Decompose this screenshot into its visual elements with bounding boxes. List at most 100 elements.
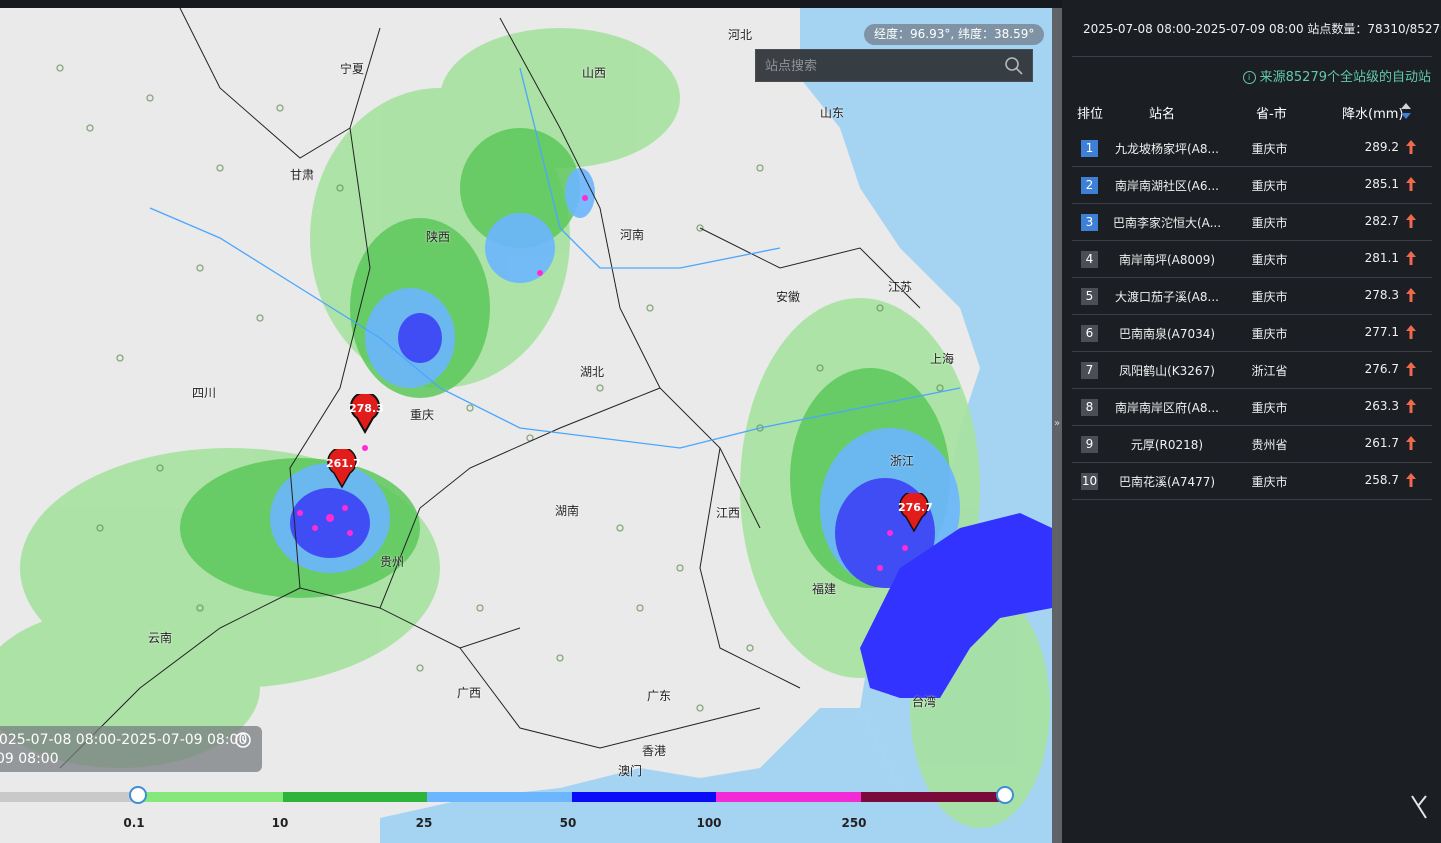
legend-label: 0.1 [123, 816, 145, 830]
province-label-anhui: 安徽 [776, 290, 801, 304]
legend-segment [427, 792, 572, 802]
table-row[interactable]: 5 大渡口茄子溪(A8... 重庆市 278.3 [1072, 278, 1432, 315]
station-name: 南岸南岸区府(A8... [1115, 401, 1219, 415]
rank-badge: 1 [1081, 140, 1098, 157]
clock-icon[interactable] [234, 731, 252, 749]
station-name: 南岸南湖社区(A6... [1115, 179, 1219, 193]
legend-max-handle[interactable] [996, 786, 1014, 804]
search-icon[interactable] [1004, 56, 1024, 76]
station-search[interactable] [755, 49, 1033, 83]
legend-segment [138, 792, 283, 802]
marker-value: 278.3 [349, 402, 384, 415]
legend-segment [716, 792, 861, 802]
column-rank: 排位 [1077, 107, 1104, 122]
table-row[interactable]: 6 巴南南泉(A7034) 重庆市 277.1 [1072, 315, 1432, 352]
table-row[interactable]: 10 巴南花溪(A7477) 重庆市 258.7 [1072, 463, 1432, 500]
rank-badge: 7 [1081, 362, 1098, 379]
table-row[interactable]: 1 九龙坡杨家坪(A8... 重庆市 289.2 [1072, 130, 1432, 167]
province-label-chongqing: 重庆 [410, 408, 435, 422]
province-label-jiangxi: 江西 [716, 506, 741, 520]
province-label-zhejiang: 浙江 [890, 454, 915, 468]
province-city: 重庆市 [1251, 142, 1288, 156]
province-label-guangdong: 广东 [647, 689, 672, 703]
column-value[interactable]: 降水(mm) [1342, 103, 1403, 122]
precip-value: 281.1 [1364, 251, 1399, 265]
info-icon: i [1242, 71, 1256, 84]
up-arrow-icon [1406, 140, 1416, 154]
source-note-text: 来源85279个全站级的自动站 [1259, 70, 1431, 85]
marker-value: 261.7 [326, 457, 361, 470]
rainfall-map[interactable]: 宁夏 山西 河北 山东 甘肃 陕西 河南 安徽 江苏 上海 四川 湖北 重庆 浙… [0, 8, 1052, 843]
province-city: 浙江省 [1251, 364, 1288, 378]
top-strip [0, 0, 1062, 8]
legend-label: 250 [841, 816, 867, 830]
precip-value: 276.7 [1364, 362, 1399, 376]
rank-badge: 9 [1081, 436, 1098, 453]
station-marker[interactable]: 261.7 [326, 446, 361, 489]
legend-segment [861, 792, 1000, 802]
table-row[interactable]: 8 南岸南岸区府(A8... 重庆市 263.3 [1072, 389, 1432, 426]
table-row[interactable]: 9 元厚(R0218) 贵州省 261.7 [1072, 426, 1432, 463]
province-label-jiangsu: 江苏 [888, 280, 913, 294]
rank-badge: 5 [1081, 288, 1098, 305]
station-name: 南岸南坪(A8009) [1118, 253, 1216, 267]
table-row[interactable]: 7 凤阳鹤山(K3267) 浙江省 276.7 [1072, 352, 1432, 389]
province-label-shanxi: 山西 [582, 66, 607, 80]
province-label-gansu: 甘肃 [290, 168, 315, 182]
province-label-shaanxi: 陕西 [426, 230, 451, 244]
legend-label: 25 [415, 816, 433, 830]
legend-segment [283, 792, 427, 802]
station-marker[interactable]: 278.3 [349, 391, 384, 435]
table-row[interactable]: 2 南岸南湖社区(A6... 重庆市 285.1 [1072, 167, 1432, 204]
rank-badge: 10 [1081, 473, 1098, 490]
precip-value: 261.7 [1364, 436, 1399, 450]
column-province: 省-市 [1256, 107, 1287, 122]
province-city: 重庆市 [1251, 401, 1288, 415]
precip-value: 278.3 [1364, 288, 1399, 302]
precip-value: 258.7 [1364, 473, 1399, 487]
station-name: 巴南花溪(A7477) [1118, 475, 1216, 489]
precip-value: 289.2 [1364, 140, 1399, 154]
map-canvas[interactable] [0, 8, 1052, 843]
precip-value: 277.1 [1364, 325, 1399, 339]
legend-min-handle[interactable] [129, 786, 147, 804]
legend-label: 100 [696, 816, 722, 830]
province-label-shanghai: 上海 [930, 352, 955, 366]
province-label-ningxia: 宁夏 [340, 62, 365, 76]
marker-value: 276.7 [898, 501, 933, 514]
divider [1072, 56, 1432, 57]
province-label-yunnan: 云南 [148, 631, 173, 645]
search-input[interactable] [756, 50, 1007, 83]
province-label-guangxi: 广西 [457, 686, 482, 700]
province-label-hunan: 湖南 [555, 504, 580, 518]
collapse-arrow-icon[interactable]: » [1052, 418, 1062, 429]
precip-value: 282.7 [1364, 214, 1399, 228]
station-name: 大渡口茄子溪(A8... [1115, 290, 1219, 304]
table-row[interactable]: 4 南岸南坪(A8009) 重庆市 281.1 [1072, 241, 1432, 278]
province-label-henan: 河南 [620, 228, 645, 242]
station-name: 巴南李家沱恒大(A... [1112, 216, 1222, 230]
station-name: 元厚(R0218) [1130, 438, 1204, 452]
ranking-table: 1 九龙坡杨家坪(A8... 重庆市 289.2 2 南岸南湖社区(A6... 重庆市 28… [1072, 130, 1432, 500]
province-label-fujian: 福建 [812, 582, 837, 596]
table-header: 排位 站名 省-市 降水(mm) [1072, 100, 1432, 124]
sort-icon[interactable] [1400, 102, 1412, 120]
station-marker[interactable]: 276.7 [898, 490, 933, 533]
province-label-hubei: 湖北 [580, 365, 605, 379]
province-label-taiwan: 台湾 [912, 695, 937, 709]
up-arrow-icon [1406, 288, 1416, 302]
precipitation-legend-bar[interactable] [0, 792, 1000, 802]
up-arrow-icon [1406, 436, 1416, 450]
legend-segment [572, 792, 716, 802]
time-range-end-text: 09 08:00 [0, 751, 59, 767]
legend-label: 50 [559, 816, 577, 830]
province-city: 重庆市 [1251, 290, 1288, 304]
province-city: 贵州省 [1251, 438, 1288, 452]
table-row[interactable]: 3 巴南李家沱恒大(A... 重庆市 282.7 [1072, 204, 1432, 241]
province-label-guizhou: 贵州 [380, 555, 405, 569]
source-note: i 来源85279个全站级的自动站 [1242, 66, 1431, 85]
province-city: 重庆市 [1251, 179, 1288, 193]
up-arrow-icon [1406, 177, 1416, 191]
province-label-hongkong: 香港 [642, 744, 667, 758]
precip-value: 263.3 [1364, 399, 1399, 413]
